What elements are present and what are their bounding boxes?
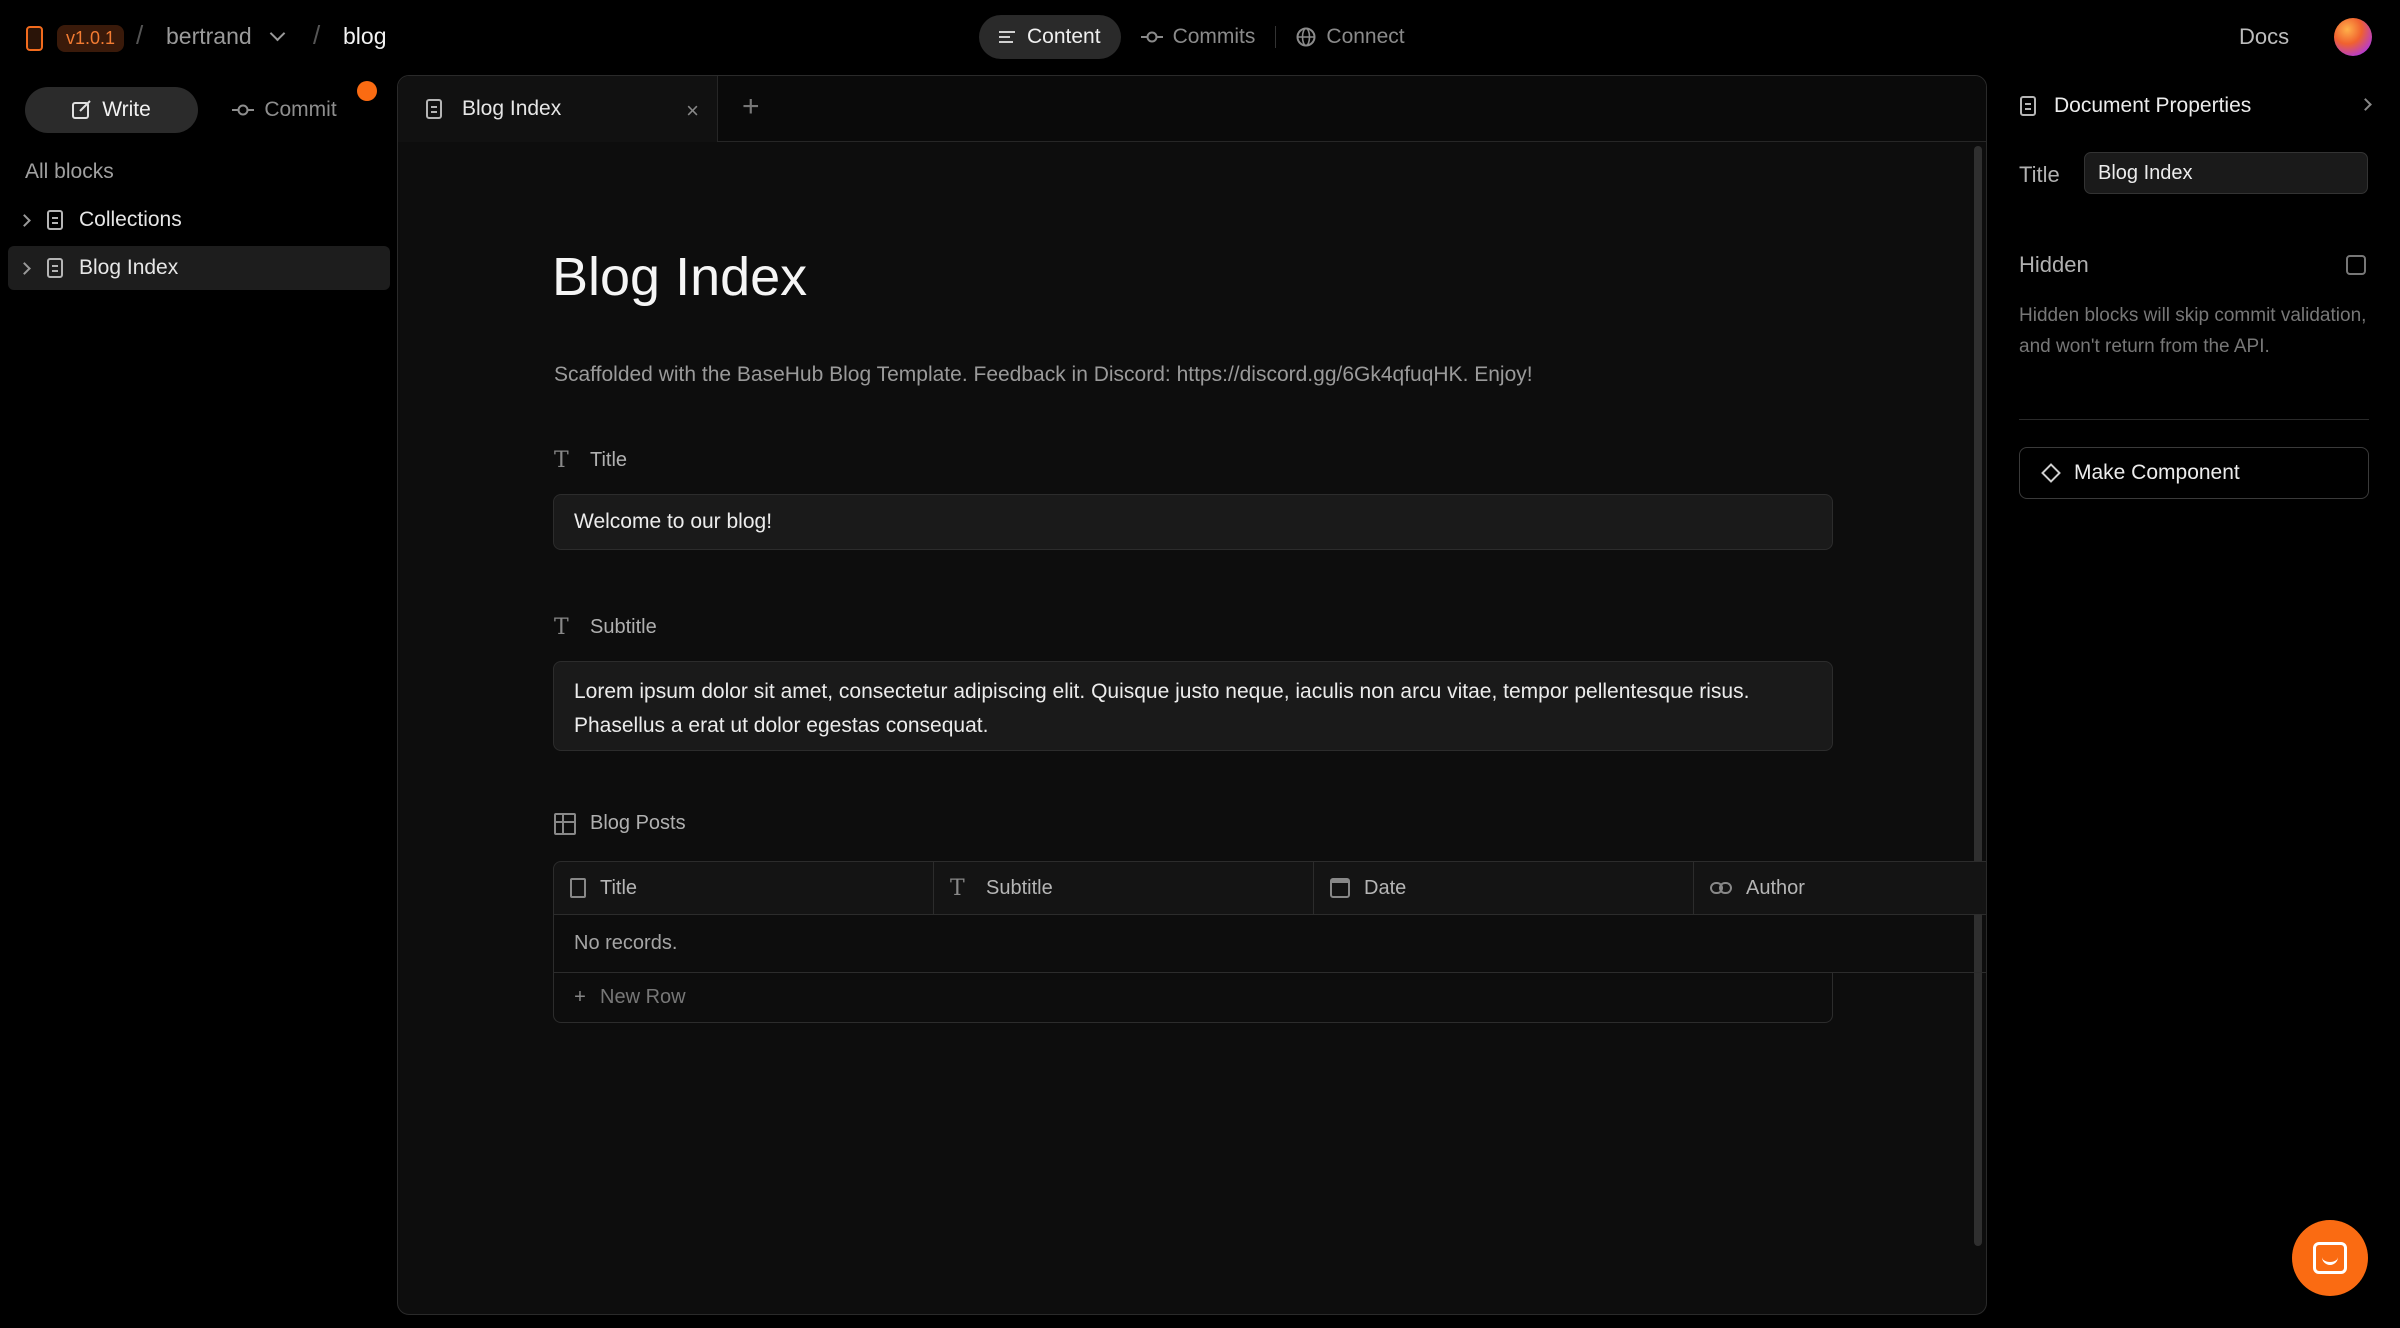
write-button[interactable]: Write: [25, 87, 198, 133]
lines-icon: [999, 31, 1015, 43]
column-label: Title: [600, 876, 638, 899]
brand[interactable]: v1.0.1: [26, 25, 125, 52]
breadcrumb-separator: /: [313, 20, 321, 50]
column-subtitle[interactable]: T Subtitle: [934, 862, 1314, 914]
new-row-button[interactable]: + New Row: [553, 973, 1833, 1023]
column-author[interactable]: Author: [1694, 862, 1986, 914]
editor-panel: Blog Index × + Blog Index Scaffolded wit…: [397, 75, 1987, 1315]
tab-connect[interactable]: Connect: [1276, 15, 1424, 59]
tab-content[interactable]: Content: [979, 15, 1121, 59]
chat-icon: [2313, 1242, 2347, 1274]
field-label-text: Blog Posts: [590, 812, 686, 834]
title-field[interactable]: Welcome to our blog!: [553, 494, 1833, 550]
document-icon: [426, 99, 442, 119]
tab-connect-label: Connect: [1326, 25, 1405, 48]
basehub-logo-icon: [26, 26, 43, 51]
sidebar: Write Commit All blocks Collections Blog…: [0, 74, 396, 1328]
make-component-button[interactable]: Make Component: [2019, 447, 2369, 499]
table-header: Title T Subtitle Date Author: [553, 861, 1986, 915]
breadcrumb-separator: /: [136, 20, 144, 50]
commit-icon: [1140, 31, 1163, 43]
tree-item-collections[interactable]: Collections: [8, 198, 390, 242]
properties-title: Document Properties: [2054, 94, 2252, 117]
calendar-icon: [1330, 878, 1350, 898]
document-properties-panel: Document Properties Title Hidden Hidden …: [2000, 74, 2400, 1328]
text-icon: T: [554, 448, 569, 473]
tab-blog-index[interactable]: Blog Index ×: [398, 76, 718, 142]
commit-button[interactable]: Commit: [198, 87, 371, 133]
column-title[interactable]: Title: [554, 862, 934, 914]
page-description[interactable]: Scaffolded with the BaseHub Blog Templat…: [554, 363, 1533, 387]
chat-launcher-button[interactable]: [2292, 1220, 2368, 1296]
write-commit-switch: Write Commit: [25, 87, 371, 133]
file-icon: [570, 878, 586, 898]
tab-commits-label: Commits: [1172, 25, 1256, 48]
properties-header[interactable]: Document Properties: [2020, 94, 2376, 118]
write-label: Write: [102, 98, 151, 121]
subtitle-field-label: T Subtitle: [554, 615, 657, 640]
tab-content-label: Content: [1027, 25, 1101, 48]
add-tab-icon[interactable]: +: [742, 90, 760, 124]
divider: [2019, 419, 2369, 420]
close-icon[interactable]: ×: [686, 98, 699, 124]
tree-item-label: Collections: [79, 208, 182, 231]
tree-item-label: Blog Index: [79, 256, 179, 279]
hidden-label: Hidden: [2019, 252, 2089, 277]
repo-name[interactable]: blog: [343, 23, 386, 50]
commit-label: Commit: [264, 98, 337, 121]
chevron-right-icon[interactable]: [18, 213, 31, 227]
component-icon: [2041, 463, 2061, 483]
version-badge: v1.0.1: [57, 25, 125, 52]
team-name: bertrand: [166, 23, 252, 49]
section-label: All blocks: [25, 160, 114, 183]
column-label: Subtitle: [986, 876, 1053, 899]
block-tree: Collections Blog Index: [8, 198, 390, 294]
tab-bar: Blog Index × +: [398, 76, 1986, 142]
field-label-text: Subtitle: [590, 616, 657, 638]
page-title[interactable]: Blog Index: [552, 246, 807, 308]
scrollbar[interactable]: [1974, 146, 1982, 1246]
user-avatar[interactable]: [2334, 18, 2372, 56]
docs-link[interactable]: Docs: [2239, 24, 2289, 50]
link-icon: [1710, 882, 1732, 894]
chevron-right-icon[interactable]: [2359, 98, 2372, 111]
tab-label: Blog Index: [462, 97, 562, 120]
make-component-label: Make Component: [2074, 461, 2240, 484]
blog-posts-label: Blog Posts: [554, 812, 686, 835]
new-row-label: New Row: [600, 986, 686, 1008]
chevron-down-icon: [269, 25, 285, 42]
title-input[interactable]: [2084, 152, 2368, 194]
column-label: Date: [1364, 876, 1407, 899]
chevron-right-icon[interactable]: [18, 261, 31, 275]
commit-icon: [232, 104, 255, 116]
hidden-checkbox[interactable]: [2346, 255, 2366, 275]
text-icon: T: [950, 875, 965, 901]
empty-state: No records.: [553, 915, 1986, 973]
edit-icon: [72, 100, 91, 119]
top-bar: v1.0.1 / bertrand / blog Content Commits…: [0, 0, 2400, 74]
document-icon: [47, 210, 63, 230]
globe-icon: [1296, 27, 1316, 47]
column-label: Author: [1746, 876, 1805, 899]
text-icon: T: [554, 615, 569, 640]
field-label-text: Title: [590, 449, 628, 471]
hidden-help-text: Hidden blocks will skip commit validatio…: [2019, 305, 2367, 357]
table-icon: [554, 812, 576, 835]
team-selector[interactable]: bertrand: [166, 23, 285, 50]
tab-commits[interactable]: Commits: [1121, 15, 1276, 59]
subtitle-field[interactable]: Lorem ipsum dolor sit amet, consectetur …: [553, 661, 1833, 751]
tree-item-blog-index[interactable]: Blog Index: [8, 246, 390, 290]
title-field-label: T Title: [554, 448, 627, 473]
mode-switch: Content Commits Connect: [979, 15, 1425, 59]
blog-posts-table: Title T Subtitle Date Author No records.…: [553, 861, 1986, 1023]
title-label: Title: [2019, 162, 2060, 187]
plus-icon: +: [574, 986, 586, 1008]
pending-changes-dot: [357, 81, 377, 101]
column-date[interactable]: Date: [1314, 862, 1694, 914]
document-icon: [47, 258, 63, 278]
document-icon: [2020, 96, 2036, 116]
